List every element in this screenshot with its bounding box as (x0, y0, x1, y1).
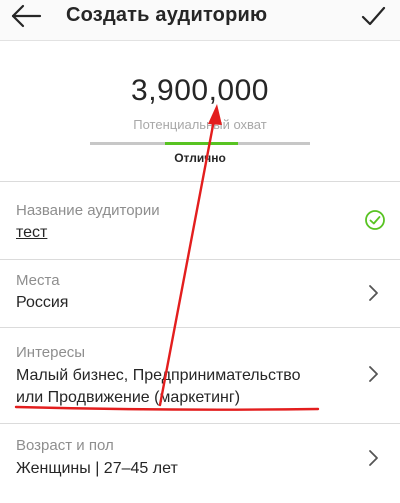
potential-reach-label: Потенциальный охват (133, 117, 267, 132)
check-circle-icon (365, 210, 385, 230)
chevron-right-icon (369, 285, 378, 301)
reach-rating: Отлично (174, 151, 226, 165)
top-bar: Создать аудиторию (0, 0, 400, 41)
row-audience-name[interactable]: Название аудитории тест (0, 181, 400, 260)
arrow-left-icon (11, 4, 42, 28)
age-gender-value: Женщины | 27–45 лет (16, 460, 178, 477)
age-gender-label: Возраст и пол (16, 437, 114, 454)
row-age-gender[interactable]: Возраст и пол Женщины | 27–45 лет (0, 423, 400, 503)
audience-name-value: тест (16, 224, 48, 241)
create-audience-screen: Создать аудиторию 3,900,000 Потенциальны… (0, 0, 400, 503)
checkmark-icon (361, 6, 386, 26)
places-label: Места (16, 272, 60, 289)
interests-value-line1: Малый бизнес, Предпринимательство (16, 367, 301, 384)
interests-value-line2: или Продвижение (маркетинг) (16, 389, 241, 406)
page-title: Создать аудиторию (66, 4, 268, 26)
audience-name-label: Название аудитории (16, 202, 160, 219)
interests-label: Интересы (16, 344, 86, 361)
row-interests[interactable]: Интересы Малый бизнес, Предпринимательст… (0, 327, 400, 424)
reach-meter (90, 142, 310, 145)
chevron-right-icon (369, 450, 378, 466)
row-places[interactable]: Места Россия (0, 259, 400, 328)
potential-reach-number: 3,900,000 (131, 74, 269, 107)
reach-meter-fill (165, 142, 238, 145)
chevron-right-icon (369, 366, 378, 382)
back-button[interactable] (10, 2, 44, 32)
done-button[interactable] (358, 2, 388, 32)
places-value: Россия (16, 294, 69, 311)
